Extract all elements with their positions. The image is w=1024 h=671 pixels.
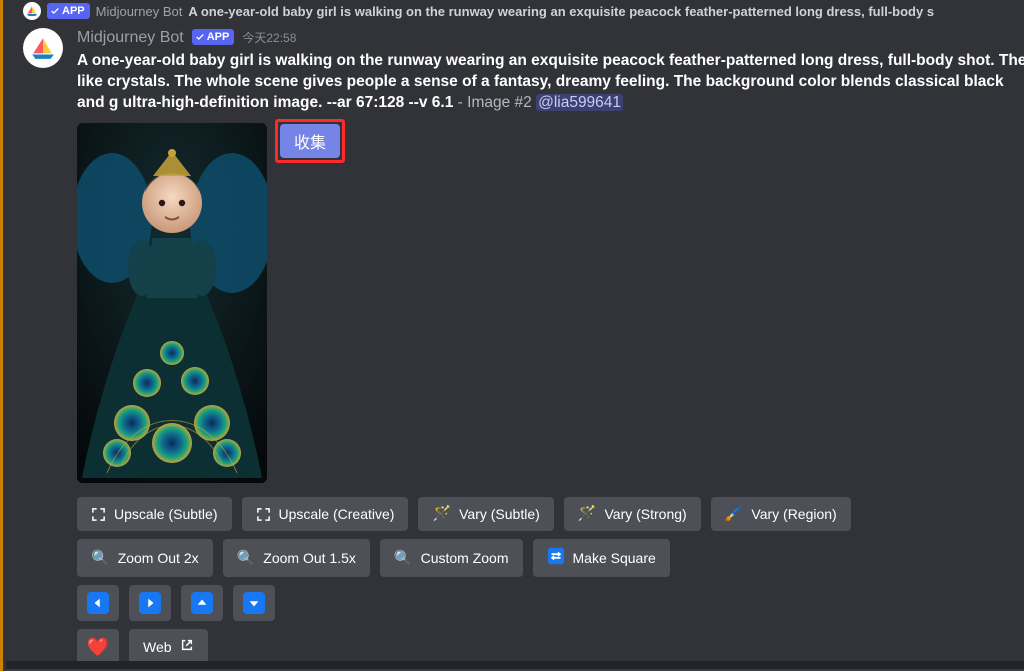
- pan-up-button[interactable]: [181, 585, 223, 621]
- vary-region-button[interactable]: 🖌️ Vary (Region): [711, 497, 851, 531]
- message-header: Midjourney Bot APP 今天22:58: [77, 28, 1024, 48]
- vary-subtle-button[interactable]: 🪄 Vary (Subtle): [418, 497, 553, 531]
- button-label: Make Square: [573, 549, 656, 567]
- custom-zoom-button[interactable]: 🔍 Custom Zoom: [380, 539, 523, 577]
- bottom-bar: [6, 661, 1024, 671]
- favorite-button[interactable]: ❤️: [77, 629, 119, 665]
- pan-left-button[interactable]: [77, 585, 119, 621]
- message-body: Midjourney Bot APP 今天22:58 A one-year-ol…: [77, 28, 1024, 665]
- sailboat-icon: [30, 35, 56, 61]
- app-badge-label: APP: [62, 4, 85, 18]
- bot-avatar[interactable]: [23, 28, 63, 68]
- button-label: Zoom Out 1.5x: [263, 549, 356, 567]
- heart-icon: ❤️: [87, 638, 109, 656]
- pan-down-button[interactable]: [233, 585, 275, 621]
- external-link-icon: [180, 638, 194, 656]
- web-button[interactable]: Web: [129, 629, 208, 665]
- pan-right-button[interactable]: [129, 585, 171, 621]
- discord-message-pane: APP Midjourney Bot A one-year-old baby g…: [0, 0, 1024, 671]
- vary-strong-button[interactable]: 🪄 Vary (Strong): [564, 497, 701, 531]
- button-label: Upscale (Subtle): [114, 505, 218, 523]
- wand-icon: 🪄: [578, 505, 597, 523]
- action-buttons: Upscale (Subtle) Upscale (Creative) 🪄 Va…: [77, 497, 1024, 665]
- bot-avatar-mini: [23, 2, 41, 20]
- generated-image-svg: [77, 123, 267, 483]
- arrow-right-icon: [139, 592, 161, 614]
- prompt-text: A one-year-old baby girl is walking on t…: [77, 50, 1024, 113]
- app-badge: APP: [192, 29, 235, 45]
- arrow-up-icon: [191, 592, 213, 614]
- prompt-suffix: - Image #2: [453, 94, 536, 111]
- button-label: Vary (Subtle): [459, 505, 540, 523]
- previous-prompt-text: A one-year-old baby girl is walking on t…: [188, 4, 934, 19]
- app-badge: APP: [47, 3, 90, 19]
- check-icon: [195, 32, 205, 42]
- message-row: Midjourney Bot APP 今天22:58 A one-year-ol…: [3, 24, 1024, 665]
- zoom-out-2x-button[interactable]: 🔍 Zoom Out 2x: [77, 539, 213, 577]
- button-label: Vary (Strong): [604, 505, 686, 523]
- generated-image[interactable]: [77, 123, 267, 483]
- action-row-1: Upscale (Subtle) Upscale (Creative) 🪄 Va…: [77, 497, 1024, 531]
- action-row-2: 🔍 Zoom Out 2x 🔍 Zoom Out 1.5x 🔍 Custom Z…: [77, 539, 1024, 577]
- mention[interactable]: @lia599641: [536, 94, 623, 111]
- action-row-4: ❤️ Web: [77, 629, 1024, 665]
- zoom-out-1-5x-button[interactable]: 🔍 Zoom Out 1.5x: [223, 539, 370, 577]
- message-timestamp: 今天22:58: [242, 28, 296, 48]
- magnifier-icon: 🔍: [91, 551, 110, 566]
- swap-icon: [547, 547, 565, 569]
- action-row-3: [77, 585, 1024, 621]
- wand-icon: 🪄: [432, 505, 451, 523]
- bot-name[interactable]: Midjourney Bot: [77, 28, 184, 48]
- app-badge-label: APP: [207, 30, 230, 44]
- collect-button[interactable]: 收集: [280, 124, 340, 158]
- previous-message-row: APP Midjourney Bot A one-year-old baby g…: [3, 0, 1024, 24]
- image-wrapper: 收集: [77, 123, 267, 483]
- upscale-subtle-button[interactable]: Upscale (Subtle): [77, 497, 232, 531]
- button-label: Custom Zoom: [421, 549, 509, 567]
- button-label: Vary (Region): [751, 505, 836, 523]
- previous-bot-name: Midjourney Bot: [96, 4, 183, 19]
- brush-icon: 🖌️: [725, 505, 744, 523]
- magnifier-icon: 🔍: [394, 551, 413, 566]
- make-square-button[interactable]: Make Square: [533, 539, 670, 577]
- arrow-left-icon: [87, 592, 109, 614]
- magnifier-icon: 🔍: [237, 551, 256, 566]
- highlight-annotation: 收集: [275, 119, 345, 163]
- check-icon: [50, 6, 60, 16]
- button-label: Web: [143, 638, 172, 656]
- button-label: Upscale (Creative): [279, 505, 395, 523]
- upscale-creative-button[interactable]: Upscale (Creative): [242, 497, 409, 531]
- button-label: Zoom Out 2x: [118, 549, 199, 567]
- arrow-down-icon: [243, 592, 265, 614]
- sailboat-icon: [26, 5, 38, 17]
- upscale-icon: [91, 507, 106, 522]
- upscale-icon: [256, 507, 271, 522]
